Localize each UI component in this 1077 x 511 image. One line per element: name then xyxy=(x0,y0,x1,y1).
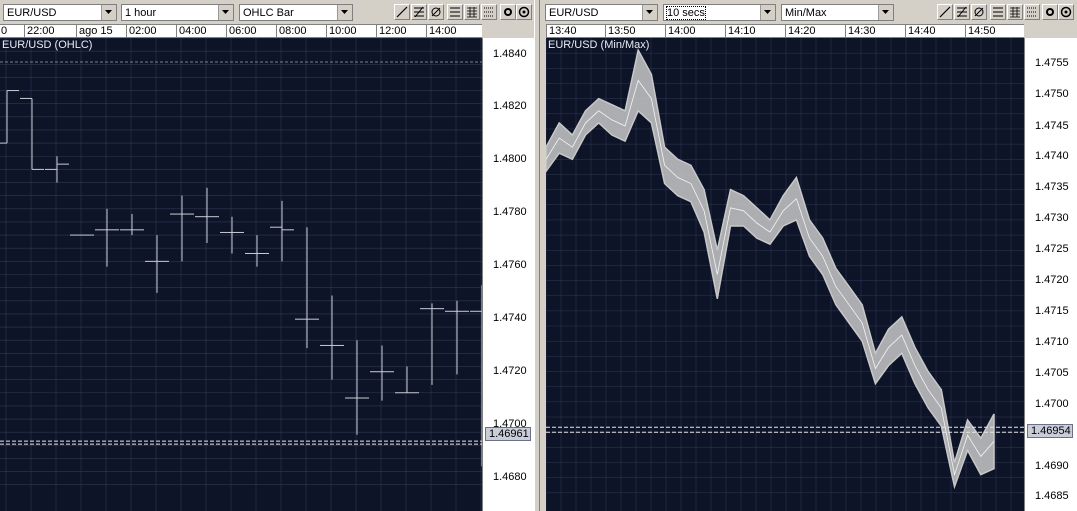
midline xyxy=(546,79,995,477)
chevron-down-icon[interactable] xyxy=(642,5,657,20)
price-label: 1.4720 xyxy=(493,365,527,377)
chart-type-value: OHLC Bar xyxy=(243,7,294,19)
time-label: 06:00 xyxy=(226,25,257,37)
zoom-icon[interactable] xyxy=(500,4,516,20)
time-label: 14:40 xyxy=(905,25,936,37)
ohlc-plot-area[interactable]: EUR/USD (OHLC) xyxy=(0,38,482,511)
chart-type-select[interactable]: OHLC Bar xyxy=(239,4,353,21)
time-label: 10:00 xyxy=(326,25,357,37)
price-axis: 1.4755 1.4750 1.4745 1.4740 1.4735 1.473… xyxy=(1024,38,1077,511)
price-axis: 1.4840 1.4820 1.4800 1.4780 1.4760 1.474… xyxy=(482,38,534,511)
price-label: 1.4705 xyxy=(1035,367,1069,379)
time-label: 13:50 xyxy=(605,25,636,37)
time-axis: 0 22:00 ago 15 02:00 04:00 06:00 08:00 1… xyxy=(0,24,482,38)
time-label: 14:30 xyxy=(845,25,876,37)
price-label: 1.4690 xyxy=(1035,460,1069,472)
chart-panel-minmax: EUR/USD 10 secs Min/Max 13:40 13:50 14:0… xyxy=(540,0,1077,511)
chart-type-value: Min/Max xyxy=(785,7,827,19)
price-label: 1.4755 xyxy=(1035,57,1069,69)
price-label: 1.4745 xyxy=(1035,120,1069,132)
chart-panel-ohlc: EUR/USD 1 hour OHLC Bar 0 22:00 ago 15 0… xyxy=(0,0,534,511)
price-label: 1.4685 xyxy=(1035,490,1069,502)
time-label: 0 xyxy=(0,25,7,37)
no-draw-icon[interactable] xyxy=(428,4,444,20)
chevron-down-icon[interactable] xyxy=(101,5,116,20)
price-label: 1.4800 xyxy=(493,153,527,165)
zoom-icon[interactable] xyxy=(1042,4,1058,20)
symbol-select[interactable]: EUR/USD xyxy=(545,4,658,21)
price-label: 1.4730 xyxy=(1035,212,1069,224)
minmax-plot-area[interactable]: EUR/USD (Min/Max) xyxy=(546,38,1024,511)
price-label: 1.4780 xyxy=(493,206,527,218)
price-label: 1.4760 xyxy=(493,259,527,271)
no-draw-icon[interactable] xyxy=(971,4,987,20)
time-label: 14:50 xyxy=(965,25,996,37)
time-label: ago 15 xyxy=(76,25,113,37)
chart-caption: EUR/USD (OHLC) xyxy=(2,39,93,51)
time-label: 14:00 xyxy=(426,25,457,37)
price-label: 1.4680 xyxy=(493,471,527,483)
chart-toolbar: EUR/USD 1 hour OHLC Bar xyxy=(0,0,534,24)
chart-type-select[interactable]: Min/Max xyxy=(781,4,894,21)
grid-fine-icon[interactable] xyxy=(1007,4,1023,20)
symbol-value: EUR/USD xyxy=(549,7,599,19)
price-label: 1.4715 xyxy=(1035,305,1069,317)
interval-select[interactable]: 1 hour xyxy=(121,4,234,21)
price-label: 1.4740 xyxy=(1035,150,1069,162)
time-label: 04:00 xyxy=(176,25,207,37)
symbol-value: EUR/USD xyxy=(7,7,57,19)
grid-icon[interactable] xyxy=(447,4,463,20)
chevron-down-icon[interactable] xyxy=(878,5,893,20)
interval-value: 1 hour xyxy=(125,7,157,19)
price-label: 1.4735 xyxy=(1035,181,1069,193)
time-label: 22:00 xyxy=(24,25,55,37)
price-label: 1.4740 xyxy=(493,312,527,324)
settings-icon[interactable] xyxy=(516,4,532,20)
last-price-badge: 1.46961 xyxy=(485,427,531,441)
time-label: 14:20 xyxy=(785,25,816,37)
price-label: 1.4725 xyxy=(1035,243,1069,255)
interval-value: 10 secs xyxy=(666,6,706,20)
grid-icon[interactable] xyxy=(990,4,1006,20)
grid-fine-icon[interactable] xyxy=(464,4,480,20)
price-label: 1.4710 xyxy=(1035,336,1069,348)
time-label: 13:40 xyxy=(546,25,577,37)
last-price-badge: 1.46954 xyxy=(1027,424,1073,438)
price-label: 1.4820 xyxy=(493,100,527,112)
price-label: 1.4720 xyxy=(1035,274,1069,286)
time-axis: 13:40 13:50 14:00 14:10 14:20 14:30 14:4… xyxy=(546,24,1024,38)
settings-icon[interactable] xyxy=(1058,4,1074,20)
minmax-chart xyxy=(546,38,1024,511)
price-label: 1.4700 xyxy=(1035,398,1069,410)
grid-dots-icon[interactable] xyxy=(481,4,497,20)
chevron-down-icon[interactable] xyxy=(760,5,775,20)
time-label: 12:00 xyxy=(376,25,407,37)
fibonacci-icon[interactable] xyxy=(954,4,970,20)
interval-select[interactable]: 10 secs xyxy=(663,4,776,21)
time-label: 02:00 xyxy=(126,25,157,37)
minmax-band xyxy=(546,47,995,490)
chevron-down-icon[interactable] xyxy=(218,5,233,20)
grid-dots-icon[interactable] xyxy=(1024,4,1040,20)
price-label: 1.4750 xyxy=(1035,88,1069,100)
time-label: 08:00 xyxy=(276,25,307,37)
trendline-icon[interactable] xyxy=(937,4,953,20)
price-label: 1.4840 xyxy=(493,48,527,60)
chevron-down-icon[interactable] xyxy=(337,5,352,20)
chart-caption: EUR/USD (Min/Max) xyxy=(548,39,650,51)
time-label: 14:10 xyxy=(725,25,756,37)
time-label: 14:00 xyxy=(665,25,696,37)
chart-toolbar: EUR/USD 10 secs Min/Max xyxy=(540,0,1077,24)
symbol-select[interactable]: EUR/USD xyxy=(3,4,117,21)
trendline-icon[interactable] xyxy=(394,4,410,20)
fibonacci-icon[interactable] xyxy=(411,4,427,20)
ohlc-chart xyxy=(0,38,482,511)
